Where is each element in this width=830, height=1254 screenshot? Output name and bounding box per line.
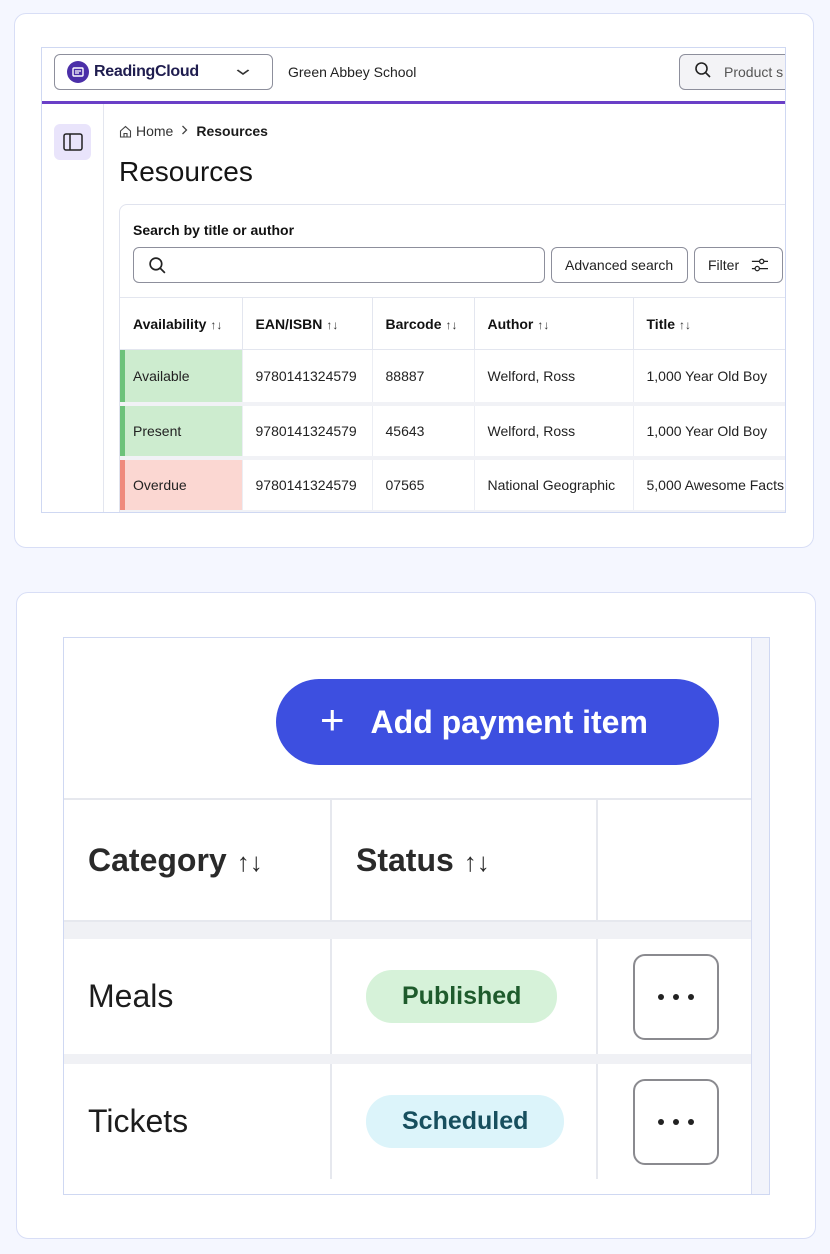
- status-cell: Scheduled: [331, 1059, 598, 1179]
- product-search-input[interactable]: Product s: [679, 54, 785, 90]
- author-cell: National Geographic: [474, 457, 634, 512]
- column-header-author[interactable]: Author ↑↓: [474, 297, 634, 350]
- plus-icon: +: [320, 696, 345, 743]
- barcode-cell: 07565: [372, 457, 475, 512]
- payments-card: + Add payment item Category ↑↓ Status ↑↓ M…: [16, 592, 816, 1239]
- page-title: Resources: [119, 156, 253, 187]
- breadcrumb-current: Resources: [196, 123, 268, 139]
- sidebar-toggle-button[interactable]: [54, 124, 91, 160]
- ellipsis-icon: [658, 993, 664, 1000]
- category-cell: Tickets: [64, 1059, 332, 1179]
- title-cell: 5,000 Awesome Facts: [633, 457, 785, 512]
- add-payment-item-button[interactable]: + Add payment item: [276, 679, 719, 765]
- resources-viewport: ReadingCloud Green Abbey School Product …: [41, 47, 786, 513]
- add-payment-item-label: Add payment item: [370, 703, 648, 740]
- table-spacer: [64, 921, 752, 939]
- search-icon: [149, 256, 166, 273]
- sort-icon: ↑↓: [463, 846, 490, 877]
- column-header-availability[interactable]: Availability ↑↓: [120, 297, 243, 350]
- resources-card: ReadingCloud Green Abbey School Product …: [14, 13, 814, 548]
- more-actions-button[interactable]: [633, 1078, 719, 1165]
- status-cell: Published: [331, 939, 598, 1064]
- table-header-row: Availability ↑↓ EAN/ISBN ↑↓ Barcode ↑↓ Auth…: [120, 297, 785, 350]
- title-cell: 1,000 Year Old Boy: [633, 403, 785, 460]
- filter-button[interactable]: Filter: [694, 247, 783, 283]
- barcode-cell: 45643: [372, 403, 475, 460]
- side-nav: [42, 104, 104, 512]
- readingcloud-logo-icon: [67, 61, 89, 83]
- status-badge: Published: [366, 970, 558, 1023]
- chevron-down-icon: [236, 64, 250, 79]
- payments-viewport: + Add payment item Category ↑↓ Status ↑↓ M…: [63, 637, 770, 1195]
- isbn-cell: 9780141324579: [242, 403, 373, 460]
- chevron-right-icon: [181, 124, 188, 138]
- resources-table: Availability ↑↓ EAN/ISBN ↑↓ Barcode ↑↓ Auth…: [120, 297, 785, 512]
- author-cell: Welford, Ross: [474, 349, 634, 406]
- scrollbar[interactable]: [751, 638, 769, 1194]
- table-row[interactable]: Overdue 9780141324579 07565 National Geo…: [120, 457, 785, 512]
- column-header-status[interactable]: Status ↑↓: [331, 798, 598, 922]
- table-row[interactable]: Tickets Scheduled: [64, 1059, 752, 1179]
- barcode-cell: 88887: [372, 349, 475, 406]
- product-search-placeholder: Product s: [724, 64, 784, 80]
- school-name: Green Abbey School: [288, 64, 417, 80]
- column-header-isbn[interactable]: EAN/ISBN ↑↓: [242, 297, 373, 350]
- column-header-actions: [597, 798, 752, 922]
- table-row[interactable]: Available 9780141324579 88887 Welford, R…: [120, 349, 785, 406]
- status-badge: Scheduled: [366, 1095, 565, 1148]
- table-row[interactable]: Meals Published: [64, 939, 752, 1064]
- actions-cell: [597, 1059, 752, 1179]
- author-cell: Welford, Ross: [474, 403, 634, 460]
- table-row[interactable]: Present 9780141324579 45643 Welford, Ros…: [120, 403, 785, 460]
- search-panel: Search by title or author Advanced searc…: [119, 204, 785, 512]
- filter-label: Filter: [708, 257, 740, 273]
- top-bar: ReadingCloud Green Abbey School Product …: [42, 48, 785, 104]
- breadcrumb-home-link[interactable]: Home: [119, 123, 173, 139]
- column-header-title[interactable]: Title ↑↓: [633, 297, 785, 350]
- advanced-search-button[interactable]: Advanced search: [551, 247, 688, 283]
- availability-cell: Overdue: [120, 457, 243, 512]
- ellipsis-icon: [658, 1118, 664, 1125]
- actions-cell: [597, 939, 752, 1064]
- search-label: Search by title or author: [133, 222, 295, 238]
- column-header-category[interactable]: Category ↑↓: [64, 798, 332, 922]
- sort-icon: ↑↓: [679, 317, 692, 332]
- breadcrumb: Home Resources: [119, 123, 268, 139]
- sort-icon: ↑↓: [326, 317, 339, 332]
- availability-cell: Present: [120, 403, 243, 460]
- column-header-barcode[interactable]: Barcode ↑↓: [372, 297, 475, 350]
- category-cell: Meals: [64, 939, 332, 1064]
- title-cell: 1,000 Year Old Boy: [633, 349, 785, 406]
- sort-icon: ↑↓: [236, 846, 263, 877]
- app-switcher[interactable]: ReadingCloud: [54, 54, 273, 90]
- isbn-cell: 9780141324579: [242, 457, 373, 512]
- app-name: ReadingCloud: [94, 63, 199, 80]
- isbn-cell: 9780141324579: [242, 349, 373, 406]
- sort-icon: ↑↓: [445, 317, 458, 332]
- search-icon: [694, 61, 712, 84]
- sliders-icon: [752, 258, 769, 272]
- more-actions-button[interactable]: [633, 953, 719, 1040]
- home-icon: [119, 125, 132, 138]
- sidebar-panel-icon: [62, 133, 83, 151]
- title-author-search-input[interactable]: [133, 247, 545, 283]
- breadcrumb-home-label: Home: [136, 123, 174, 139]
- table-header-row: Category ↑↓ Status ↑↓: [64, 798, 752, 922]
- payment-items-table: Category ↑↓ Status ↑↓ Meals Published Tick…: [64, 798, 752, 1179]
- sort-icon: ↑↓: [210, 317, 223, 332]
- availability-cell: Available: [120, 349, 243, 406]
- sort-icon: ↑↓: [537, 317, 550, 332]
